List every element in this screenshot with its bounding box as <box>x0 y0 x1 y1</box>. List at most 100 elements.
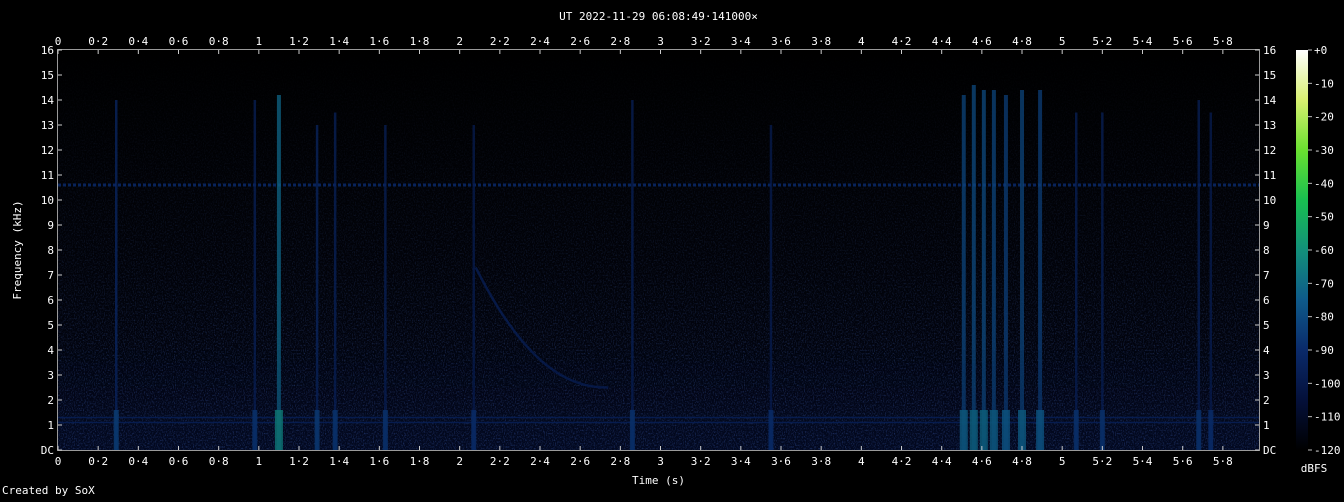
x-tick-label-top: 0 <box>55 35 62 48</box>
colorbar-tick-label: -40 <box>1314 177 1334 190</box>
colorbar-tick-label: -30 <box>1314 144 1334 157</box>
low-band-strip <box>58 425 1259 438</box>
x-tick-label-top: 3·4 <box>731 35 751 48</box>
x-tick-label: 0·4 <box>128 455 148 468</box>
x-tick-label: 3·6 <box>771 455 791 468</box>
x-tick-label: 0·6 <box>169 455 189 468</box>
y-tick-label-right: 7 <box>1263 269 1270 282</box>
x-tick-label: 1 <box>256 455 263 468</box>
x-tick-label: 2·6 <box>570 455 590 468</box>
x-tick-label-top: 3·8 <box>811 35 831 48</box>
x-tick-label: 1·8 <box>410 455 430 468</box>
low-band-strip <box>58 437 1259 450</box>
y-tick-label-right: DC <box>1263 444 1276 457</box>
y-tick-label: 10 <box>41 194 54 207</box>
colorbar-tick-label: -50 <box>1314 211 1334 224</box>
y-tick-label-right: 4 <box>1263 344 1270 357</box>
x-tick-label: 4 <box>858 455 865 468</box>
y-tick-label: 11 <box>41 169 54 182</box>
sox-credit: Created by SoX <box>2 484 95 497</box>
colorbar-tick-label: -100 <box>1314 377 1341 390</box>
spectrogram-svg: UT 2022-11-29 06:08:49·141000× 0 0·2 0·4 0·… <box>2 10 1341 497</box>
y-tick-label-right: 10 <box>1263 194 1276 207</box>
x-axis-label: Time (s) <box>632 474 685 487</box>
y-tick-label: 7 <box>47 269 54 282</box>
y-tick-label-right: 5 <box>1263 319 1270 332</box>
colorbar-tick-label: -120 <box>1314 444 1341 457</box>
x-tick-label-top: 5·8 <box>1213 35 1233 48</box>
colorbar-tick-label: -60 <box>1314 244 1334 257</box>
x-tick-label: 1·6 <box>369 455 389 468</box>
y-tick-label: 4 <box>47 344 54 357</box>
x-tick-label: 4·6 <box>972 455 992 468</box>
low-band-strip <box>58 400 1259 413</box>
low-band-strip <box>58 375 1259 388</box>
y-tick-label-right: 12 <box>1263 144 1276 157</box>
x-tick-label-top: 3 <box>657 35 664 48</box>
colorbar-ticks: +0 -10 -20 -30 -40 -50 -60 -70 -80 -90 -100 -110 -12… <box>1308 44 1341 457</box>
x-tick-label: 5 <box>1059 455 1066 468</box>
colorbar-tick-label: -90 <box>1314 344 1334 357</box>
colorbar-tick-label: -70 <box>1314 277 1334 290</box>
x-tick-label-top: 3·2 <box>691 35 711 48</box>
x-tick-label-top: 1 <box>256 35 263 48</box>
y-tick-label-right: 9 <box>1263 219 1270 232</box>
y-tick-label: DC <box>41 444 54 457</box>
x-tick-label: 5·2 <box>1092 455 1112 468</box>
x-tick-label-top: 1·8 <box>410 35 430 48</box>
y-tick-label: 5 <box>47 319 54 332</box>
low-band-strip <box>58 412 1259 425</box>
x-tick-label: 5·4 <box>1133 455 1153 468</box>
x-tick-label: 1·4 <box>329 455 349 468</box>
y-tick-label-right: 3 <box>1263 369 1270 382</box>
x-tick-label: 5·8 <box>1213 455 1233 468</box>
x-tick-label-top: 2·2 <box>490 35 510 48</box>
x-tick-label: 3 <box>657 455 664 468</box>
x-tick-label: 0·8 <box>209 455 229 468</box>
colorbar-tick-label: -20 <box>1314 111 1334 124</box>
y-tick-label: 1 <box>47 419 54 432</box>
x-tick-label-top: 5 <box>1059 35 1066 48</box>
x-tick-label: 0 <box>55 455 62 468</box>
x-tick-label-top: 1·2 <box>289 35 309 48</box>
x-tick-label-top: 1·6 <box>369 35 389 48</box>
x-tick-label: 4·8 <box>1012 455 1032 468</box>
x-tick-label-top: 2 <box>456 35 463 48</box>
colorbar-tick-label: -80 <box>1314 311 1334 324</box>
y-tick-label-right: 1 <box>1263 419 1270 432</box>
y-tick-label-right: 8 <box>1263 244 1270 257</box>
x-tick-label-top: 4·8 <box>1012 35 1032 48</box>
y-tick-label: 6 <box>47 294 54 307</box>
x-tick-label-top: 5·2 <box>1092 35 1112 48</box>
x-tick-label-top: 4·4 <box>932 35 952 48</box>
x-tick-label: 2·4 <box>530 455 550 468</box>
x-tick-label: 3·2 <box>691 455 711 468</box>
low-band-strip <box>58 350 1259 363</box>
colorbar-label: dBFS <box>1301 462 1328 475</box>
x-tick-label-top: 5·6 <box>1173 35 1193 48</box>
x-tick-label: 4·4 <box>932 455 952 468</box>
x-tick-label-top: 0·8 <box>209 35 229 48</box>
y-tick-label: 16 <box>41 44 54 57</box>
plot-area <box>58 50 1259 450</box>
low-band-strip <box>58 387 1259 400</box>
y-tick-label-right: 6 <box>1263 294 1270 307</box>
colorbar-tick-label: -10 <box>1314 77 1334 90</box>
x-tick-label: 4·2 <box>892 455 912 468</box>
x-tick-label: 3·4 <box>731 455 751 468</box>
spectrogram-figure: UT 2022-11-29 06:08:49·141000× 0 0·2 0·4 0·… <box>0 0 1344 498</box>
y-tick-label-right: 15 <box>1263 69 1276 82</box>
colorbar-tick-label: -110 <box>1314 411 1341 424</box>
colorbar <box>1296 50 1308 450</box>
y-tick-label-right: 13 <box>1263 119 1276 132</box>
y-tick-label-right: 2 <box>1263 394 1270 407</box>
low-frequency-band <box>58 350 1259 450</box>
x-tick-label-top: 0·6 <box>169 35 189 48</box>
x-tick-label: 1·2 <box>289 455 309 468</box>
colorbar-tick-label: +0 <box>1314 44 1327 57</box>
low-band-strip <box>58 362 1259 375</box>
x-tick-label: 2·8 <box>610 455 630 468</box>
y-tick-label-right: 14 <box>1263 94 1277 107</box>
y-axis-label: Frequency (kHz) <box>11 200 24 299</box>
x-tick-label-top: 0·2 <box>88 35 108 48</box>
